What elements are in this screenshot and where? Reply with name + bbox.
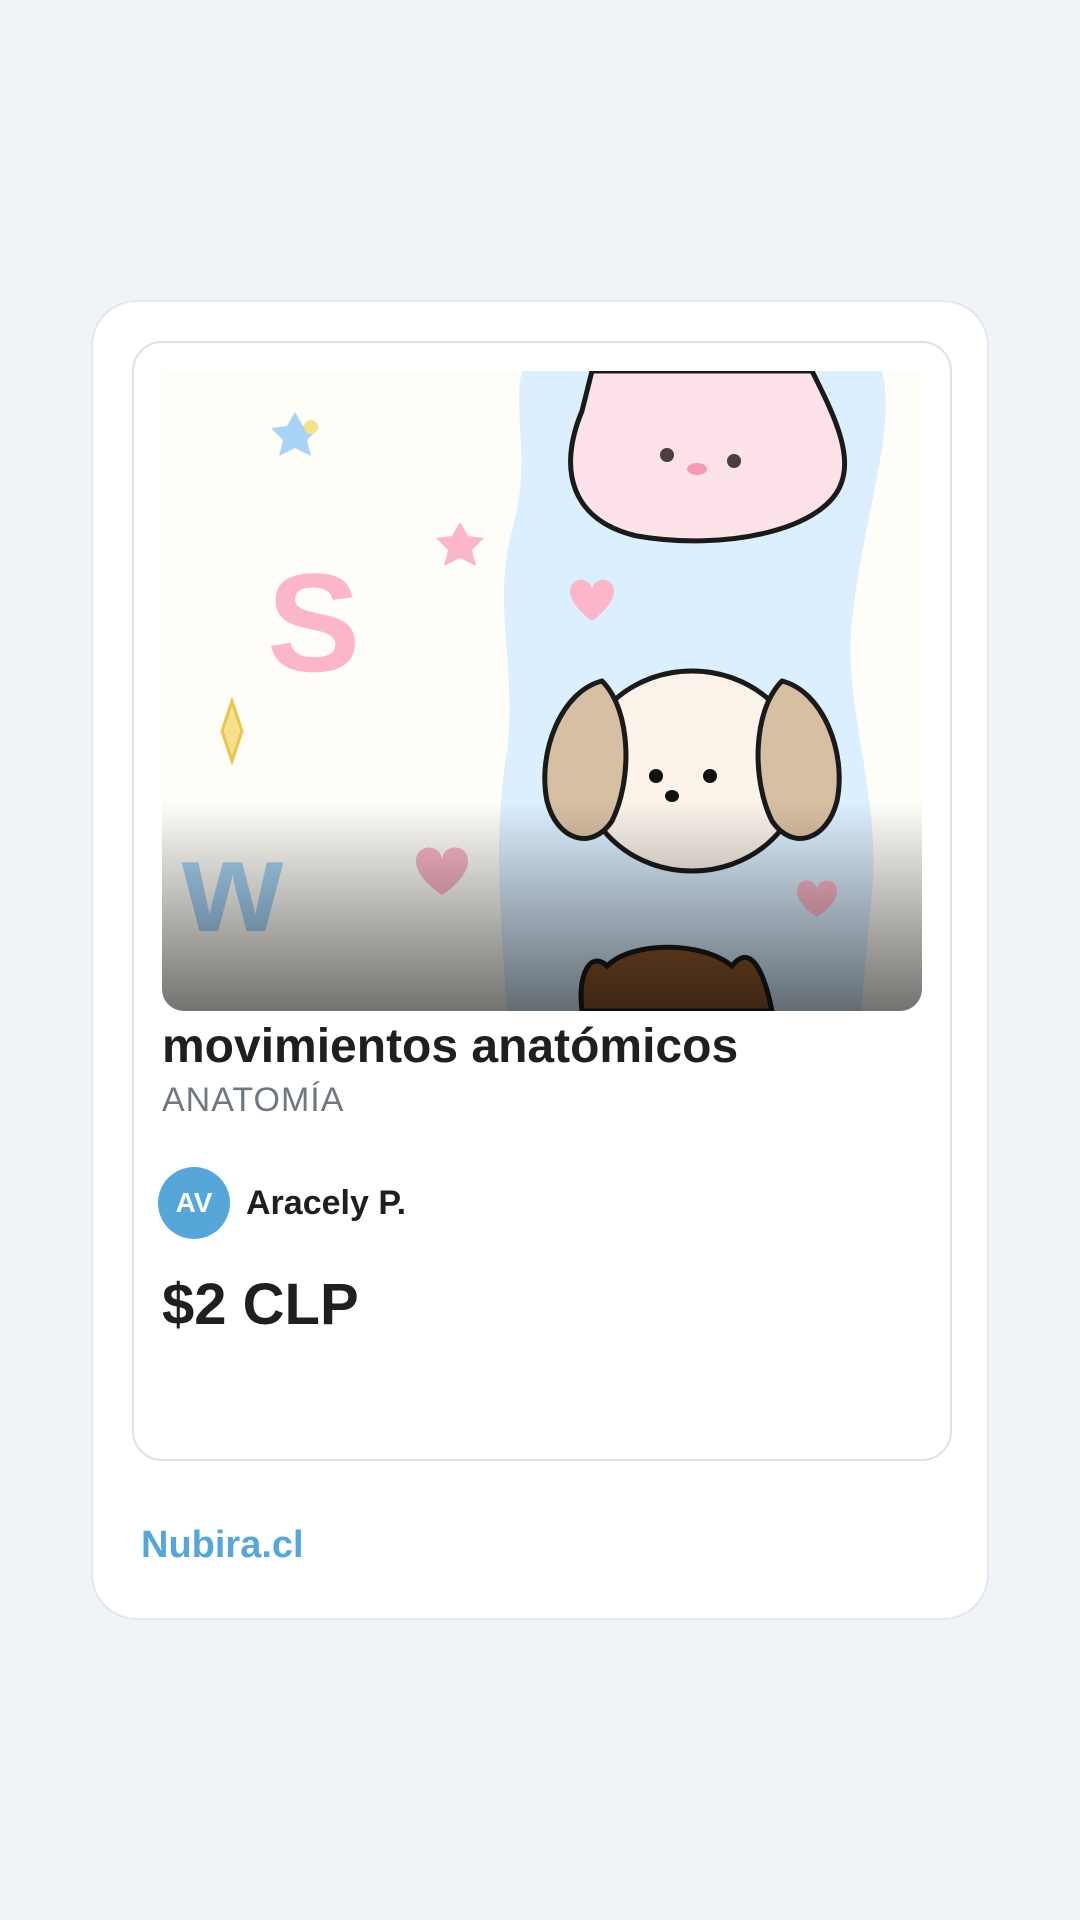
cute-animals-illustration: S w [162,371,922,1011]
seller-name: Aracely P. [246,1183,407,1222]
seller-info[interactable]: AV Aracely P. [158,1167,406,1239]
product-category: ANATOMÍA [162,1081,345,1119]
product-title[interactable]: movimientos anatómicos [162,1019,738,1074]
seller-avatar: AV [158,1167,230,1239]
svg-text:S: S [267,544,360,701]
share-card: S w movimientos anatómicos ANATOMÍA AV A… [91,300,989,1620]
product-card[interactable]: S w movimientos anatómicos ANATOMÍA AV A… [132,341,952,1461]
product-price: $2 CLP [162,1272,359,1337]
product-thumbnail[interactable]: S w [162,371,922,1011]
brand-link[interactable]: Nubira.cl [141,1524,304,1567]
